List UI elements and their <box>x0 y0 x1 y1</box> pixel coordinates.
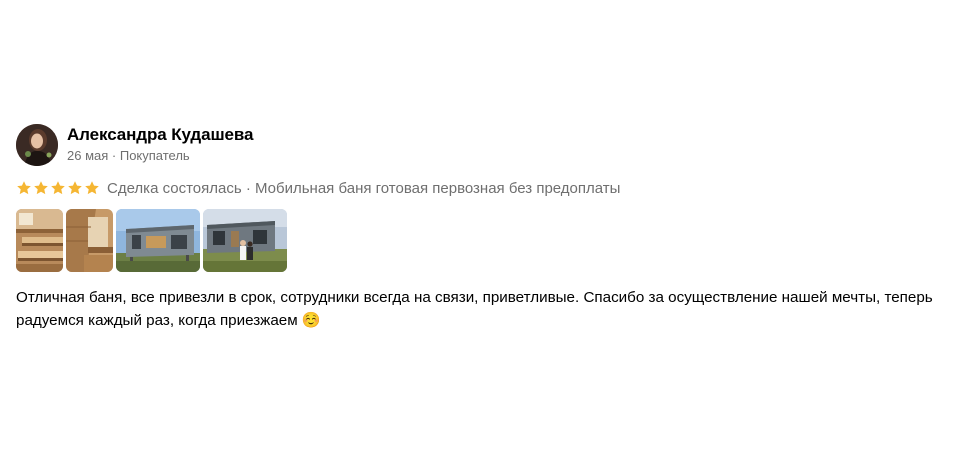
star-icon <box>51 181 65 195</box>
mobile-sauna-exterior-people-photo-icon <box>203 209 287 272</box>
review-photos <box>16 209 956 272</box>
review-date: 26 мая <box>67 148 109 163</box>
deal-separator: · <box>241 179 256 197</box>
review-card: Александра Кудашева 26 мая · Покупатель … <box>16 123 956 332</box>
mobile-sauna-exterior-photo-icon <box>116 209 200 272</box>
review-photo-2[interactable] <box>66 209 113 272</box>
review-photo-4[interactable] <box>203 209 287 272</box>
deal-status: Сделка состоялась <box>107 179 242 197</box>
star-icon <box>68 181 82 195</box>
product-name[interactable]: Мобильная баня готовая первозная без пре… <box>255 180 620 197</box>
star-icon <box>34 181 48 195</box>
sauna-interior-photo-icon <box>66 209 113 272</box>
star-rating <box>16 180 100 196</box>
review-photo-3[interactable] <box>116 209 200 272</box>
author-role: Покупатель <box>119 148 190 163</box>
avatar[interactable] <box>16 124 58 166</box>
meta-separator: · <box>108 148 120 163</box>
review-text: Отличная баня, все привезли в срок, сотр… <box>16 289 933 329</box>
review-photo-1[interactable] <box>16 209 63 272</box>
review-header: Александра Кудашева 26 мая · Покупатель <box>16 123 956 167</box>
deal-info: Сделка состоялась · Мобильная баня готов… <box>107 180 620 197</box>
star-icon <box>17 181 31 195</box>
review-meta: 26 мая · Покупатель <box>67 147 253 165</box>
star-icon <box>85 181 99 195</box>
author-block: Александра Кудашева 26 мая · Покупатель <box>67 125 253 165</box>
sauna-interior-photo-icon <box>16 209 63 272</box>
author-name[interactable]: Александра Кудашева <box>67 125 253 145</box>
rating-line: Сделка состоялась · Мобильная баня готов… <box>16 177 956 199</box>
